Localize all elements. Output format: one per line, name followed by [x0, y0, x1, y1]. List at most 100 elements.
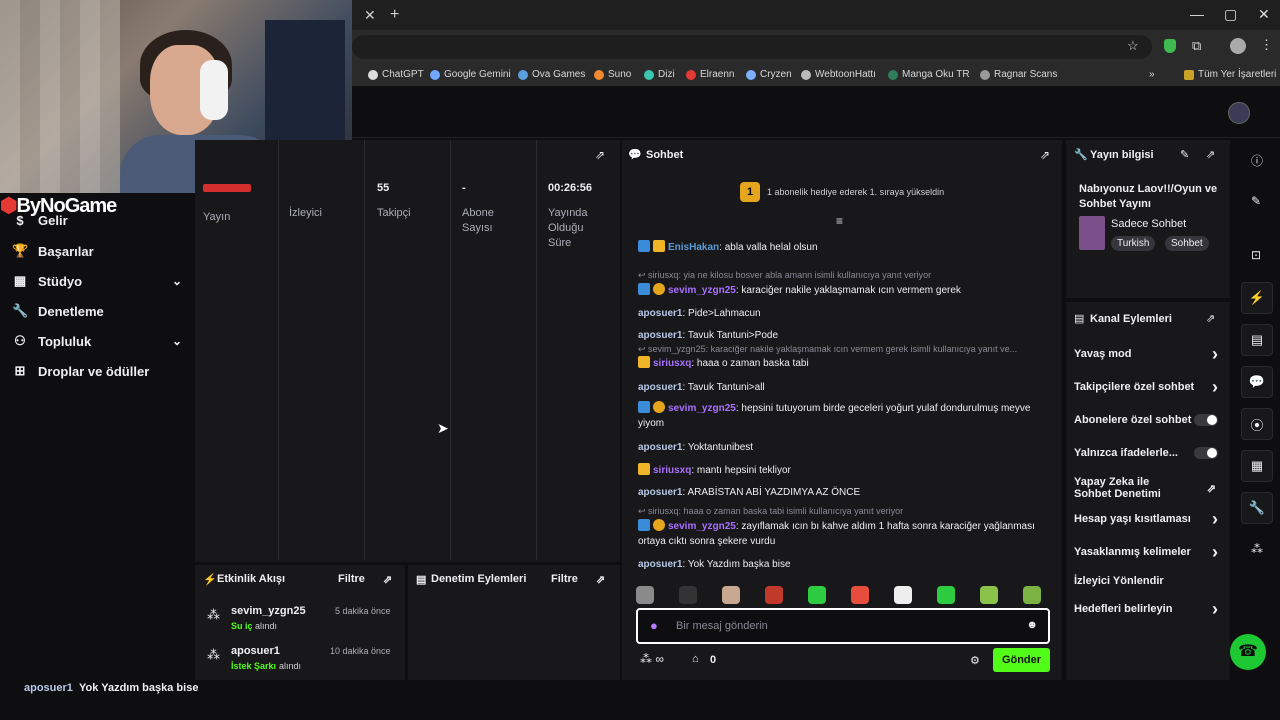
bookmark-dizi[interactable]: Dizi	[644, 69, 675, 80]
microphone-icon[interactable]: ●	[650, 618, 658, 633]
channel-action-row[interactable]: Yasaklanmış kelimeler ›	[1074, 542, 1224, 562]
emote-icon[interactable]	[808, 586, 826, 604]
sidebar-item-gelir[interactable]: $ Gelir	[12, 213, 182, 228]
menu-dots-icon[interactable]: ⋮	[1260, 37, 1273, 53]
channel-action-row[interactable]: Abonelere özel sohbet	[1074, 414, 1224, 426]
shield-icon[interactable]	[1164, 39, 1176, 53]
chat-username[interactable]: siriusxq	[653, 358, 691, 369]
layout-icon[interactable]: ▦	[1241, 450, 1273, 482]
edit-icon[interactable]: ✎	[1251, 194, 1261, 208]
sidebar-item-droplar[interactable]: ⊞ Droplar ve ödüller	[12, 363, 182, 379]
channel-action-row[interactable]: Takipçilere özel sohbet ›	[1074, 377, 1224, 397]
tag-chip[interactable]: Turkish	[1111, 236, 1156, 251]
collapse-icon[interactable]: ≡	[836, 214, 843, 228]
maximize-icon[interactable]: ▢	[1224, 6, 1237, 23]
channel-action-row[interactable]: Hesap yaşı kısıtlaması ›	[1074, 509, 1224, 529]
sidebar-item-studyo[interactable]: ▦ Stüdyo ⌄	[12, 273, 182, 289]
chat-message: sevim_yzgn25: hepsini tutuyorum birde ge…	[638, 401, 1048, 431]
chat-username[interactable]: sevim_yzgn25	[668, 521, 736, 532]
bookmarks-overflow-icon[interactable]: »	[1149, 69, 1155, 80]
points-icon[interactable]: ⁂ ∞	[640, 652, 664, 666]
support-headset-icon[interactable]: ☎	[1230, 634, 1266, 670]
screenshot-icon[interactable]: ⊡	[1251, 248, 1261, 262]
popout-icon[interactable]: ⇗	[1206, 148, 1215, 161]
send-button[interactable]: Gönder	[993, 648, 1050, 672]
emote-icon[interactable]	[851, 586, 869, 604]
broadcast-icon[interactable]: ⦿	[1241, 408, 1273, 440]
chat-username[interactable]: siriusxq	[653, 465, 691, 476]
chat-username[interactable]: aposuer1	[638, 308, 682, 319]
toggle-switch[interactable]	[1194, 447, 1218, 459]
edit-icon[interactable]: ✎	[1180, 148, 1189, 161]
url-input[interactable]	[352, 35, 1152, 59]
emote-icon[interactable]	[765, 586, 783, 604]
chat-username[interactable]: aposuer1	[638, 487, 682, 498]
chat-username[interactable]: EnisHakan	[668, 242, 719, 253]
extensions-icon[interactable]: ⧉	[1192, 38, 1201, 54]
gift-banner: 1 1 abonelik hediye ederek 1. sıraya yük…	[622, 174, 1062, 228]
filter-button[interactable]: Filtre	[551, 573, 578, 585]
popout-icon[interactable]: ⇗	[1206, 312, 1215, 325]
chat-username[interactable]: aposuer1	[638, 442, 682, 453]
emote-icon[interactable]	[679, 586, 697, 604]
new-tab-icon[interactable]: +	[390, 6, 399, 24]
bookmark-cryzen[interactable]: Cryzen	[746, 69, 792, 80]
emote-icon[interactable]	[937, 586, 955, 604]
bookmark-suno[interactable]: Suno	[594, 69, 631, 80]
chat-username[interactable]: sevim_yzgn25	[668, 403, 736, 414]
channel-action-row[interactable]: Hedefleri belirleyin ›	[1074, 599, 1224, 619]
channel-action-row[interactable]: Yalnızca ifadelerle...	[1074, 447, 1224, 459]
sidebar-item-topluluk[interactable]: ⚇ Topluluk ⌄	[12, 333, 182, 349]
bookmark-webtoon[interactable]: WebtoonHattı	[801, 69, 876, 80]
ragnar-icon	[980, 69, 990, 80]
popout-icon[interactable]: ⇗	[1040, 148, 1050, 162]
info-icon[interactable]: ⓘ	[1251, 152, 1263, 169]
notes-icon[interactable]: ▤	[1241, 324, 1273, 356]
filter-button[interactable]: Filtre	[338, 573, 365, 585]
toggle-switch[interactable]	[1194, 414, 1218, 426]
sidebar-item-denetleme[interactable]: 🔧 Denetleme	[12, 303, 182, 319]
bookmark-ova-games[interactable]: Ova Games	[518, 69, 585, 80]
emote-icon[interactable]	[980, 586, 998, 604]
close-window-icon[interactable]: ✕	[1258, 6, 1270, 23]
chat-input[interactable]: ● Bir mesaj gönderin ☻	[636, 608, 1050, 644]
minimize-icon[interactable]: —	[1190, 6, 1204, 22]
chat-header: 💬 Sohbet ⇗	[622, 140, 1062, 170]
emote-icon[interactable]	[894, 586, 912, 604]
banner-text: 1 abonelik hediye ederek 1. sıraya yükse…	[767, 187, 945, 197]
chat-bubble-icon[interactable]: 💬	[1241, 366, 1273, 398]
emote-icon[interactable]	[722, 586, 740, 604]
chat-username[interactable]: aposuer1	[638, 382, 682, 393]
chat-username[interactable]: sevim_yzgn25	[668, 285, 736, 296]
star-icon[interactable]: ☆	[1127, 38, 1139, 54]
bookmark-all[interactable]: Tüm Yer İşaretleri	[1184, 69, 1276, 80]
store-icon[interactable]: ⌂	[692, 653, 699, 665]
tag-chip[interactable]: Sohbet	[1165, 236, 1209, 251]
bookmark-chatgpt[interactable]: ChatGPT	[368, 69, 424, 80]
bookmark-gemini[interactable]: Google Gemini	[430, 69, 511, 80]
chat-username[interactable]: aposuer1	[638, 559, 682, 570]
chat-text: : abla valla helal olsun	[719, 242, 818, 253]
profile-avatar[interactable]	[1230, 38, 1246, 54]
chat-messages: EnisHakan: abla valla helal olsun ↩ siriu…	[622, 230, 1062, 580]
bookmark-elraenn[interactable]: Elraenn	[686, 69, 734, 80]
user-avatar[interactable]	[1228, 102, 1250, 124]
chat-username[interactable]: aposuer1	[638, 330, 682, 341]
channel-action-row[interactable]: İzleyici Yönlendir	[1074, 575, 1224, 587]
quick-action-lightning-icon[interactable]: ⚡	[1241, 282, 1273, 314]
popout-icon[interactable]: ⇗	[596, 573, 605, 586]
tab-close-icon[interactable]: ✕	[364, 7, 376, 24]
community-icon[interactable]: ⁂	[1251, 542, 1263, 556]
emote-icon[interactable]	[636, 586, 654, 604]
sidebar-item-basarilar[interactable]: 🏆 Başarılar	[12, 243, 182, 259]
wrench-icon[interactable]: 🔧	[1241, 492, 1273, 524]
bookmark-ragnar[interactable]: Ragnar Scans	[980, 69, 1057, 80]
channel-action-row[interactable]: Yavaş mod ›	[1074, 344, 1224, 364]
emoji-icon[interactable]: ☻	[1026, 619, 1038, 631]
popout-icon[interactable]: ⇗	[383, 573, 392, 586]
channel-action-label: Takipçilere özel sohbet	[1074, 381, 1195, 393]
bookmark-manga[interactable]: Manga Oku TR	[888, 69, 970, 80]
settings-gear-icon[interactable]: ⚙	[970, 654, 980, 667]
channel-action-row[interactable]: Yapay Zeka ile Sohbet Denetimi ⇗	[1074, 476, 1224, 500]
emote-icon[interactable]	[1023, 586, 1041, 604]
